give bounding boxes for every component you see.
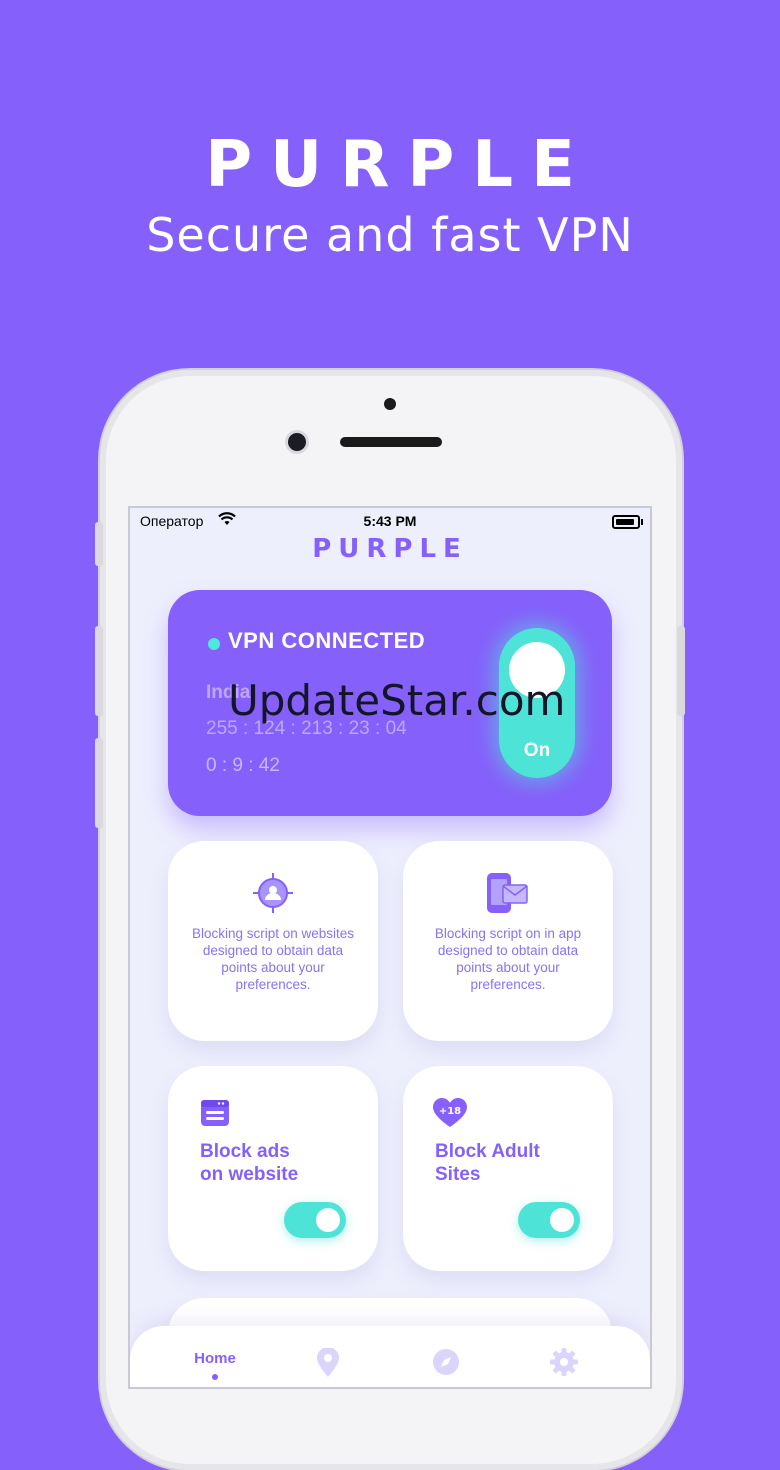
tab-settings[interactable] xyxy=(498,1326,628,1387)
block-adult-title-line2: Sites xyxy=(435,1164,481,1185)
tab-explore[interactable] xyxy=(380,1326,510,1387)
status-bar: Оператор 5:43 PM xyxy=(130,508,650,534)
tab-home[interactable]: Home xyxy=(150,1326,280,1387)
block-ads-title-line2: on website xyxy=(200,1164,299,1185)
compass-icon xyxy=(432,1348,460,1381)
feature-description: Blocking script on in app designed to ob… xyxy=(434,926,582,992)
tab-home-label: Home xyxy=(194,1350,236,1367)
app-screen: Оператор 5:43 PM PURPLE VPN CONNECTED In… xyxy=(130,508,650,1387)
connected-indicator-dot xyxy=(208,638,220,650)
gear-icon xyxy=(550,1348,578,1381)
phone-volume-up-button xyxy=(95,626,103,716)
active-tab-indicator xyxy=(212,1374,218,1380)
phone-power-button xyxy=(677,626,685,716)
block-ads-card: Block ads on website xyxy=(168,1066,378,1271)
watermark-text: UpdateStar.com xyxy=(228,676,566,725)
phone-side-button xyxy=(95,522,103,566)
vpn-connection-timer: 0 : 9 : 42 xyxy=(206,755,280,776)
app-logo: PURPLE xyxy=(312,534,468,564)
browser-window-icon xyxy=(200,1098,230,1133)
feature-description: Blocking script on websites designed to … xyxy=(191,926,355,992)
block-adult-toggle[interactable] xyxy=(518,1202,580,1238)
block-adult-title-line1: Block Adult xyxy=(435,1141,540,1162)
bottom-tab-bar: Home xyxy=(130,1326,650,1387)
phone-sensor xyxy=(384,398,396,410)
location-pin-icon xyxy=(315,1347,341,1383)
vpn-status-label: VPN CONNECTED xyxy=(228,628,426,653)
phone-volume-down-button xyxy=(95,738,103,828)
battery-icon xyxy=(612,515,643,529)
promo-brand-title: PURPLE xyxy=(205,128,593,202)
block-ads-title-line1: Block ads xyxy=(200,1141,290,1162)
block-ads-toggle[interactable] xyxy=(284,1202,346,1238)
feature-tile-web-tracking[interactable]: Blocking script on websites designed to … xyxy=(168,841,378,1041)
vpn-toggle-label: On xyxy=(523,740,551,761)
promo-tagline: Secure and fast VPN xyxy=(146,208,634,262)
feature-tile-app-tracking[interactable]: Blocking script on in app designed to ob… xyxy=(403,841,613,1041)
block-adult-card: +18 Block Adult Sites xyxy=(403,1066,613,1271)
phone-mail-icon xyxy=(483,871,529,922)
tab-locations[interactable] xyxy=(263,1326,393,1387)
target-user-icon xyxy=(251,871,295,920)
heart-18-icon: +18 xyxy=(433,1098,467,1133)
status-time: 5:43 PM xyxy=(363,513,417,529)
adult-badge-text: +18 xyxy=(439,1106,461,1117)
phone-earpiece xyxy=(340,437,442,447)
phone-front-camera xyxy=(288,433,306,451)
